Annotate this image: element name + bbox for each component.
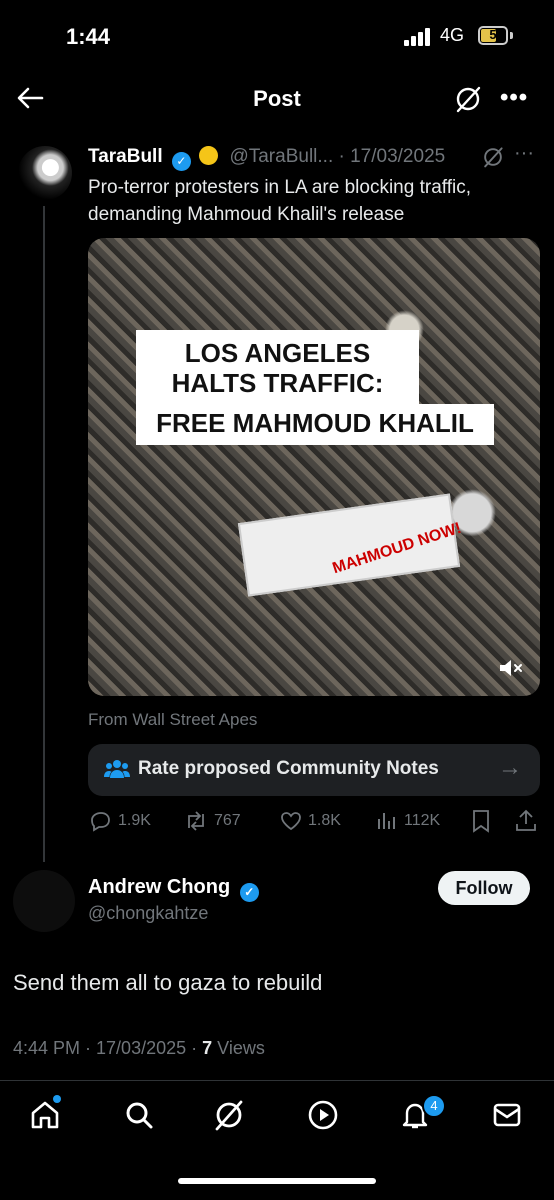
reply-views-count: 7: [202, 1038, 213, 1058]
share-icon[interactable]: [514, 808, 538, 834]
reply-author-avatar[interactable]: [13, 870, 75, 932]
reply-author-row: Andrew Chong ✓: [88, 876, 259, 902]
post-video[interactable]: [88, 238, 540, 696]
battery-tip: [510, 32, 513, 39]
search-icon[interactable]: [122, 1098, 156, 1132]
reply-views-label: Views: [212, 1038, 265, 1058]
reply-author-handle[interactable]: @chongkahtze: [88, 903, 208, 924]
author-name[interactable]: TaraBull: [88, 146, 163, 167]
video-caption: LOS ANGELES HALTS TRAFFIC:: [136, 330, 419, 408]
home-notification-dot: [53, 1095, 61, 1103]
media-source[interactable]: From Wall Street Apes: [88, 710, 257, 730]
community-notes-label: Rate proposed Community Notes: [138, 758, 439, 779]
view-count: 112K: [404, 812, 441, 829]
battery-icon: 5: [478, 26, 508, 45]
reply-text: Send them all to gaza to rebuild: [13, 970, 323, 995]
grok-icon[interactable]: [482, 146, 504, 168]
views-icon: [378, 813, 395, 829]
like-button[interactable]: 1.8K: [280, 808, 341, 834]
network-type: 4G: [440, 25, 465, 45]
author-handle-date[interactable]: @TaraBull... · 17/03/2025: [229, 146, 445, 167]
reply-author-name[interactable]: Andrew Chong: [88, 876, 230, 898]
like-count: 1.8K: [308, 812, 341, 829]
post-text: Pro-terror protesters in LA are blocking…: [88, 177, 471, 225]
heart-icon: [281, 812, 301, 831]
notifications-badge: 4: [422, 1094, 446, 1118]
home-indicator[interactable]: [178, 1178, 376, 1184]
mute-icon[interactable]: [496, 654, 524, 682]
reply-meta: 4:44 PM · 17/03/2025 · 7 Views: [13, 1038, 265, 1059]
home-icon[interactable]: [28, 1098, 62, 1132]
post-more-icon[interactable]: ···: [514, 142, 534, 165]
follow-button[interactable]: Follow: [438, 871, 530, 905]
video-play-icon[interactable]: [306, 1098, 340, 1132]
views-button[interactable]: 112K: [376, 808, 440, 834]
divider: [0, 1080, 554, 1081]
verified-badge-icon: ✓: [239, 883, 259, 902]
community-notes-icon: [104, 760, 130, 778]
reply-count: 1.9K: [118, 812, 151, 829]
status-time: 1:44: [66, 24, 111, 49]
bookmark-icon[interactable]: [470, 808, 492, 834]
reply-button[interactable]: 1.9K: [90, 808, 151, 834]
caption-line-1: LOS ANGELES: [184, 338, 371, 368]
battery-level: 5: [489, 27, 497, 42]
repost-icon: [188, 811, 204, 831]
more-options-icon[interactable]: •••: [500, 84, 528, 112]
arrow-right-icon: →: [498, 754, 522, 781]
repost-count: 767: [214, 812, 241, 829]
thread-line: [43, 206, 45, 862]
gold-badge-icon: [199, 146, 219, 165]
grok-icon[interactable]: [454, 85, 482, 113]
verified-badge-icon: ✓: [171, 152, 191, 171]
signal-strength-icon: [404, 28, 434, 46]
reply-icon: [91, 812, 110, 832]
author-avatar[interactable]: [18, 146, 72, 200]
reply-timestamp: 4:44 PM · 17/03/2025 ·: [13, 1038, 203, 1058]
grok-icon[interactable]: [212, 1098, 246, 1132]
post-author-row: TaraBull ✓ @TaraBull... · 17/03/2025: [88, 146, 445, 171]
caption-line-2: HALTS TRAFFIC:: [171, 368, 384, 398]
messages-icon[interactable]: [490, 1098, 524, 1132]
caption-line-3: FREE MAHMOUD KHALIL: [136, 404, 494, 445]
repost-button[interactable]: 767: [184, 808, 241, 834]
